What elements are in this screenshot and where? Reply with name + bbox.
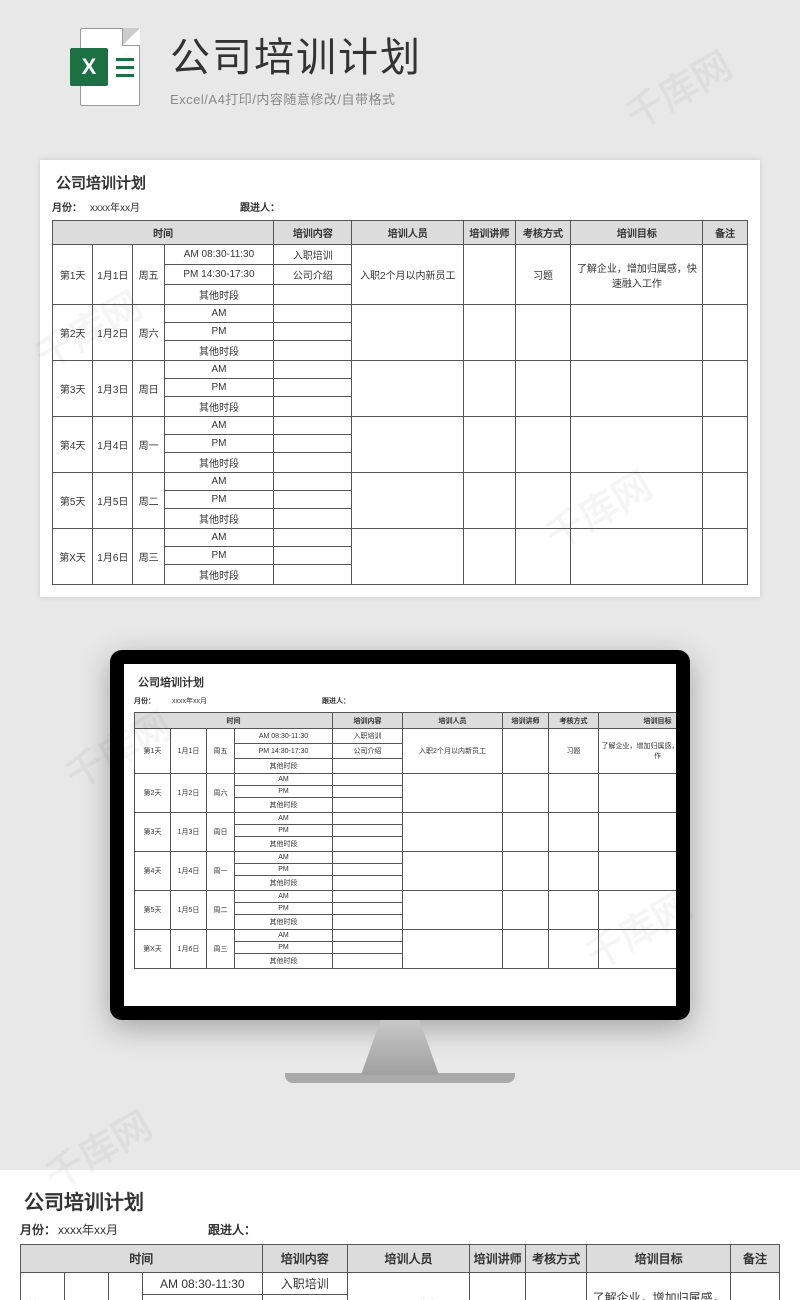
month-label: 月份： [134, 696, 172, 706]
preview-bottom-crop: 公司培训计划 月份： xxxx年xx月 跟进人： 时间 培训内容 培训人员 培训… [0, 1170, 800, 1300]
training-table: 时间 培训内容 培训人员 培训讲师 考核方式 培训目标 备注 第1天 1月1日 … [52, 220, 748, 585]
col-assessment: 考核方式 [549, 713, 599, 729]
col-content: 培训内容 [262, 1245, 347, 1273]
training-table: 时间 培训内容 培训人员 培训讲师 考核方式 培训目标 备注 第1天 1月1日 … [134, 712, 676, 969]
col-goal: 培训目标 [571, 221, 703, 245]
table-row: 第3天 1月3日 周日 AM [135, 813, 677, 825]
month-value: xxxx年xx月 [90, 199, 240, 214]
table-row: 第X天 1月6日 周三 AM [135, 930, 677, 942]
col-people: 培训人员 [352, 221, 464, 245]
table-row: 第5天 1月5日 周二 AM [135, 891, 677, 903]
table-row: 第X天 1月6日 周三 AM [53, 529, 748, 547]
training-table: 时间 培训内容 培训人员 培训讲师 考核方式 培训目标 备注 第1天 1月1日 … [20, 1244, 780, 1300]
col-note: 备注 [731, 1245, 780, 1273]
month-value: xxxx年xx月 [58, 1221, 208, 1238]
col-assessment: 考核方式 [526, 1245, 587, 1273]
col-goal: 培训目标 [599, 713, 677, 729]
col-goal: 培训目标 [587, 1245, 731, 1273]
col-people: 培训人员 [348, 1245, 470, 1273]
sheet-title: 公司培训计划 [52, 170, 748, 199]
table-row: 第1天 1月1日 周五 AM 08:30-11:30 入职培训 入职2个月以内新… [53, 245, 748, 265]
follower-label: 跟进人： [208, 1221, 256, 1238]
table-row: 第4天 1月4日 周一 AM [135, 852, 677, 864]
col-content: 培训内容 [274, 221, 352, 245]
col-assessment: 考核方式 [515, 221, 571, 245]
col-note: 备注 [703, 221, 748, 245]
table-row: 第1天 1月1日 周五 AM 08:30-11:30 入职培训 入职2个月以内新… [21, 1273, 780, 1295]
month-label: 月份： [52, 199, 90, 214]
table-row: 第2天 1月2日 周六 AM [135, 774, 677, 786]
table-row: 第4天 1月4日 周一 AM [53, 417, 748, 435]
preview-flat: 公司培训计划 月份： xxxx年xx月 跟进人： 时间 培训内容 培训人员 培训… [40, 160, 760, 597]
page-subtitle: Excel/A4打印/内容随意修改/自带格式 [170, 89, 422, 108]
col-instructor: 培训讲师 [503, 713, 549, 729]
col-people: 培训人员 [403, 713, 503, 729]
page-header: X 公司培训计划 Excel/A4打印/内容随意修改/自带格式 [0, 25, 800, 108]
table-row: 第1天 1月1日 周五 AM 08:30-11:30 入职培训 入职2个月以内新… [135, 729, 677, 744]
page-title: 公司培训计划 [170, 25, 422, 83]
col-instructor: 培训讲师 [470, 1245, 526, 1273]
table-row: 第5天 1月5日 周二 AM [53, 473, 748, 491]
preview-monitor: 公司培训计划 月份： xxxx年xx月 跟进人： 时间 培训内容 培训人员 培训… [110, 650, 690, 1083]
col-time: 时间 [135, 713, 333, 729]
follower-label: 跟进人： [322, 696, 350, 706]
follower-label: 跟进人： [240, 199, 280, 214]
month-value: xxxx年xx月 [172, 696, 322, 706]
sheet-title: 公司培训计划 [20, 1184, 780, 1221]
col-time: 时间 [53, 221, 274, 245]
table-row: 第2天 1月2日 周六 AM [53, 305, 748, 323]
col-instructor: 培训讲师 [464, 221, 515, 245]
sheet-title: 公司培训计划 [134, 672, 666, 696]
col-time: 时间 [21, 1245, 263, 1273]
excel-icon: X [70, 28, 140, 106]
month-label: 月份： [20, 1221, 58, 1238]
table-row: 第3天 1月3日 周日 AM [53, 361, 748, 379]
col-content: 培训内容 [333, 713, 403, 729]
